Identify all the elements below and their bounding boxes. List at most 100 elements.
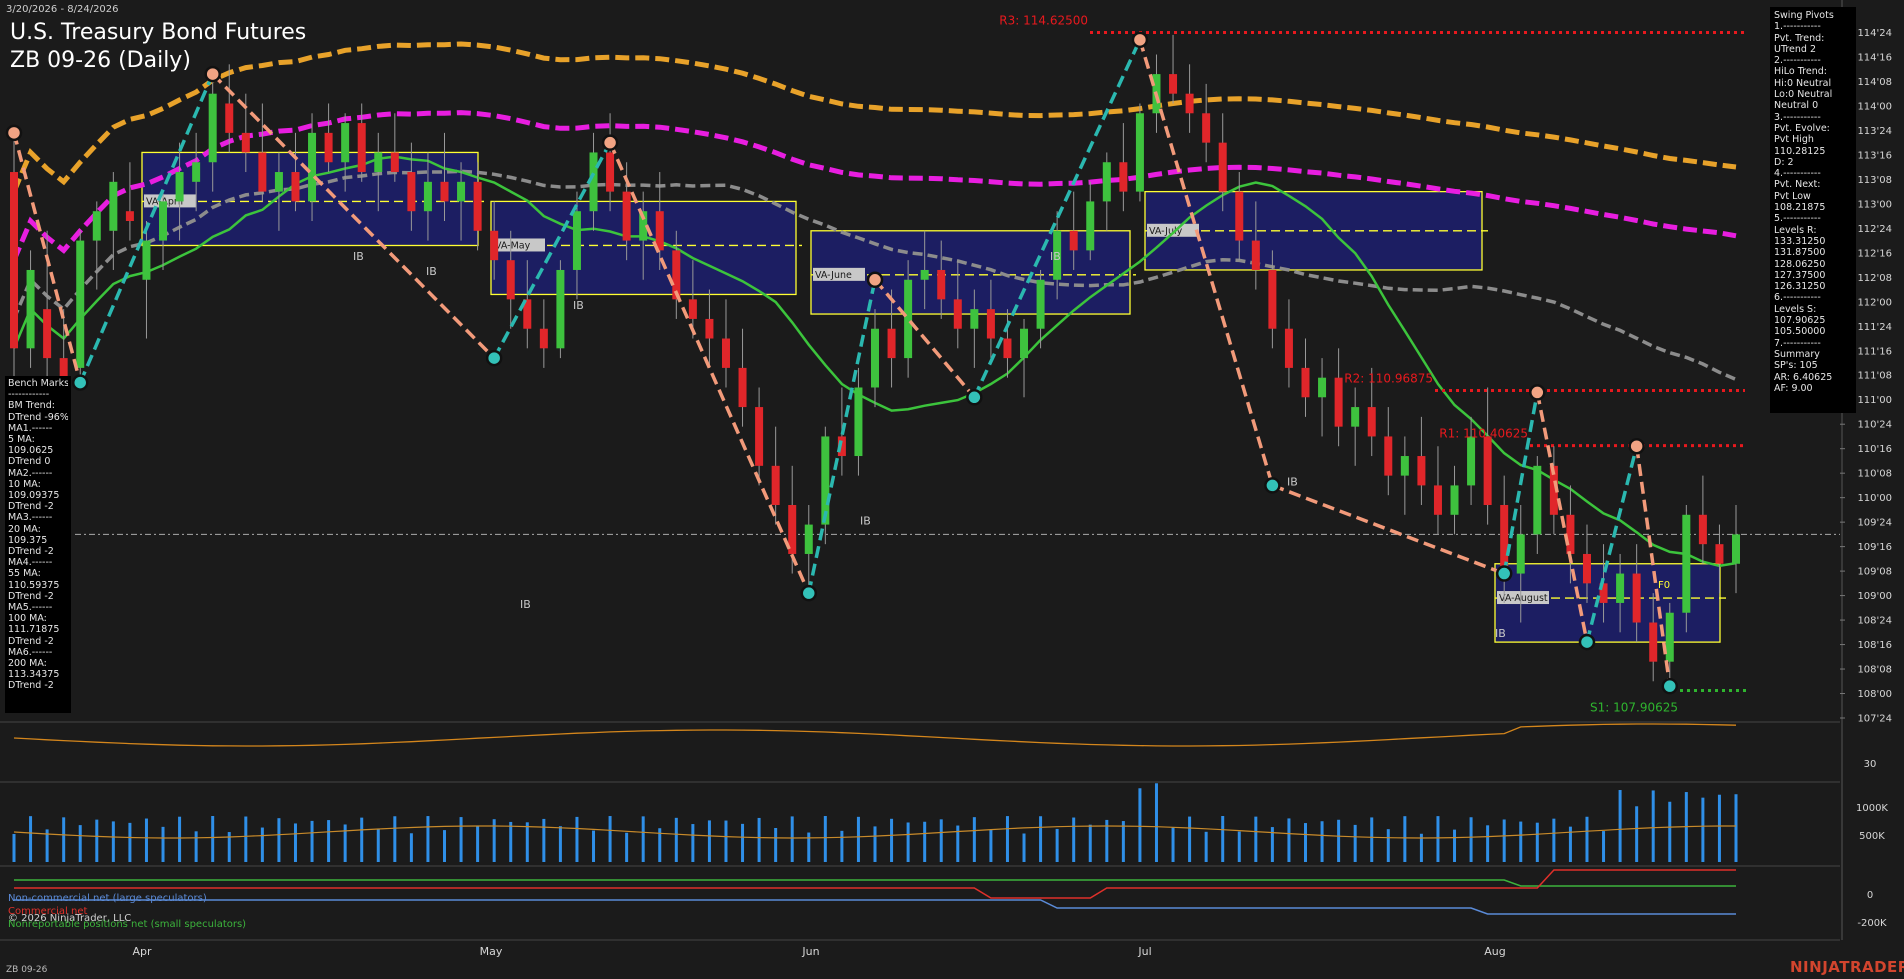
cot-tick-label: 0 — [1867, 890, 1873, 901]
candle-body — [92, 211, 101, 241]
volume-bar — [1469, 817, 1473, 862]
ib-label: IB — [426, 265, 437, 278]
y-tick-label: 111'08 — [1857, 371, 1892, 382]
candle-body — [109, 181, 118, 231]
volume-bar — [1154, 783, 1158, 862]
y-tick-label: 113'24 — [1857, 126, 1892, 137]
candle-body — [871, 328, 879, 388]
y-tick-label: 109'16 — [1857, 542, 1892, 553]
candle-body — [1732, 534, 1740, 564]
volume-bar — [575, 816, 579, 862]
candle-body — [1102, 162, 1111, 202]
volume-bar — [1088, 824, 1092, 862]
candle-body — [920, 269, 929, 280]
panel-line: Bench Marks — [8, 378, 68, 389]
candle-body — [904, 279, 913, 359]
panel-line: DTrend -2 — [8, 680, 54, 692]
y-tick-label: 110'24 — [1857, 420, 1892, 431]
volume-bar — [111, 821, 115, 862]
volume-bar — [211, 816, 215, 862]
value-area-label: VA-June — [815, 270, 852, 281]
volume-bar — [923, 821, 927, 862]
volume-bar — [1287, 818, 1291, 862]
osc-tick-label: 30 — [1864, 759, 1877, 770]
candle-body — [1036, 279, 1045, 329]
volume-bar — [260, 827, 264, 862]
panel-line: 111.71875 — [8, 624, 60, 636]
y-tick-label: 109'00 — [1857, 591, 1892, 602]
panel-line: 105.50000 — [1774, 326, 1826, 338]
panel-line: HiLo Trend: — [1774, 66, 1827, 78]
volume-bar — [1635, 806, 1639, 862]
volume-bar — [443, 830, 446, 862]
candle-body — [274, 172, 283, 192]
swing-pivots-panel: Swing Pivots 1.----------- Pvt. Trend: UTre… — [1770, 7, 1856, 413]
volume-bar — [542, 818, 546, 862]
volume-bar — [807, 832, 811, 862]
volume-bar — [625, 832, 629, 862]
candle-body — [1301, 367, 1310, 398]
panel-line: 113.34375 — [8, 669, 60, 681]
panel-line: UTrend 2 — [1774, 43, 1817, 55]
candle-body — [76, 240, 85, 368]
volume-bar — [1039, 816, 1043, 862]
volume-bar — [178, 816, 182, 862]
candle-body — [1218, 142, 1227, 192]
y-tick-label: 108'16 — [1857, 640, 1892, 651]
ib-label: IB — [573, 299, 584, 312]
candle-body — [1020, 328, 1029, 359]
panel-line: MA5.------ — [8, 602, 53, 614]
volume-bar — [161, 826, 165, 862]
candle-body — [1334, 377, 1343, 427]
candle-body — [1119, 162, 1128, 192]
volume-bar — [1717, 794, 1721, 862]
volume-bar — [1121, 821, 1125, 862]
candle-body — [1649, 622, 1658, 662]
volume-bar — [1005, 816, 1009, 862]
chart-subtitle: ZB 09-26 (Daily) — [10, 48, 191, 73]
volume-bar — [128, 822, 132, 862]
candle-body — [258, 152, 267, 192]
candle-body — [175, 172, 184, 202]
panel-line: 110.28125 — [1774, 145, 1826, 157]
x-tick-label: Jun — [801, 945, 819, 958]
panel-line: SP's: 105 — [1774, 360, 1818, 372]
panel-line: 128.06250 — [1774, 258, 1826, 270]
volume-bar — [277, 818, 281, 862]
candle-body — [953, 299, 962, 329]
volume-bar — [558, 826, 562, 862]
legend-large-speculators: Non-commercial net (large speculators) — [8, 893, 207, 904]
ib-label: IB — [1050, 250, 1061, 263]
y-tick-label: 111'00 — [1857, 395, 1892, 406]
volume-bar — [989, 829, 993, 862]
y-tick-label: 112'08 — [1857, 273, 1892, 284]
volume-bar — [1519, 821, 1523, 862]
panel-line: Pvt. Trend: — [1774, 32, 1825, 44]
candle-body — [1003, 338, 1012, 359]
volume-bar — [1304, 823, 1307, 862]
candle-body — [1135, 113, 1144, 192]
panel-line: 7.----------- — [1774, 337, 1821, 349]
volume-bar — [509, 821, 513, 862]
volume-bar — [1403, 816, 1407, 862]
panel-line: 107.90625 — [1774, 315, 1826, 327]
volume-bar — [1171, 827, 1175, 862]
panel-line: Swing Pivots — [1774, 10, 1834, 21]
volume-bar — [873, 826, 877, 862]
panel-line: 200 MA: — [8, 658, 47, 670]
panel-line: 55 MA: — [8, 568, 41, 580]
panel-line: 100 MA: — [8, 613, 47, 625]
price-chart[interactable]: VA-AprilVA-MayVA-JuneVA-JulyVA-August R3… — [0, 0, 1904, 979]
candle-body — [721, 338, 730, 368]
volume-bar — [774, 828, 778, 862]
volume-bar — [1602, 831, 1606, 862]
volume-bar — [1072, 817, 1076, 862]
volume-bar — [1701, 797, 1705, 862]
swing-pivot-marker — [1131, 31, 1149, 49]
volume-bar — [608, 816, 612, 862]
y-tick-label: 107'24 — [1857, 714, 1892, 725]
volume-bar — [840, 830, 844, 862]
candle-body — [688, 299, 697, 319]
candle-body — [1185, 93, 1194, 114]
volume-bar — [12, 834, 16, 862]
